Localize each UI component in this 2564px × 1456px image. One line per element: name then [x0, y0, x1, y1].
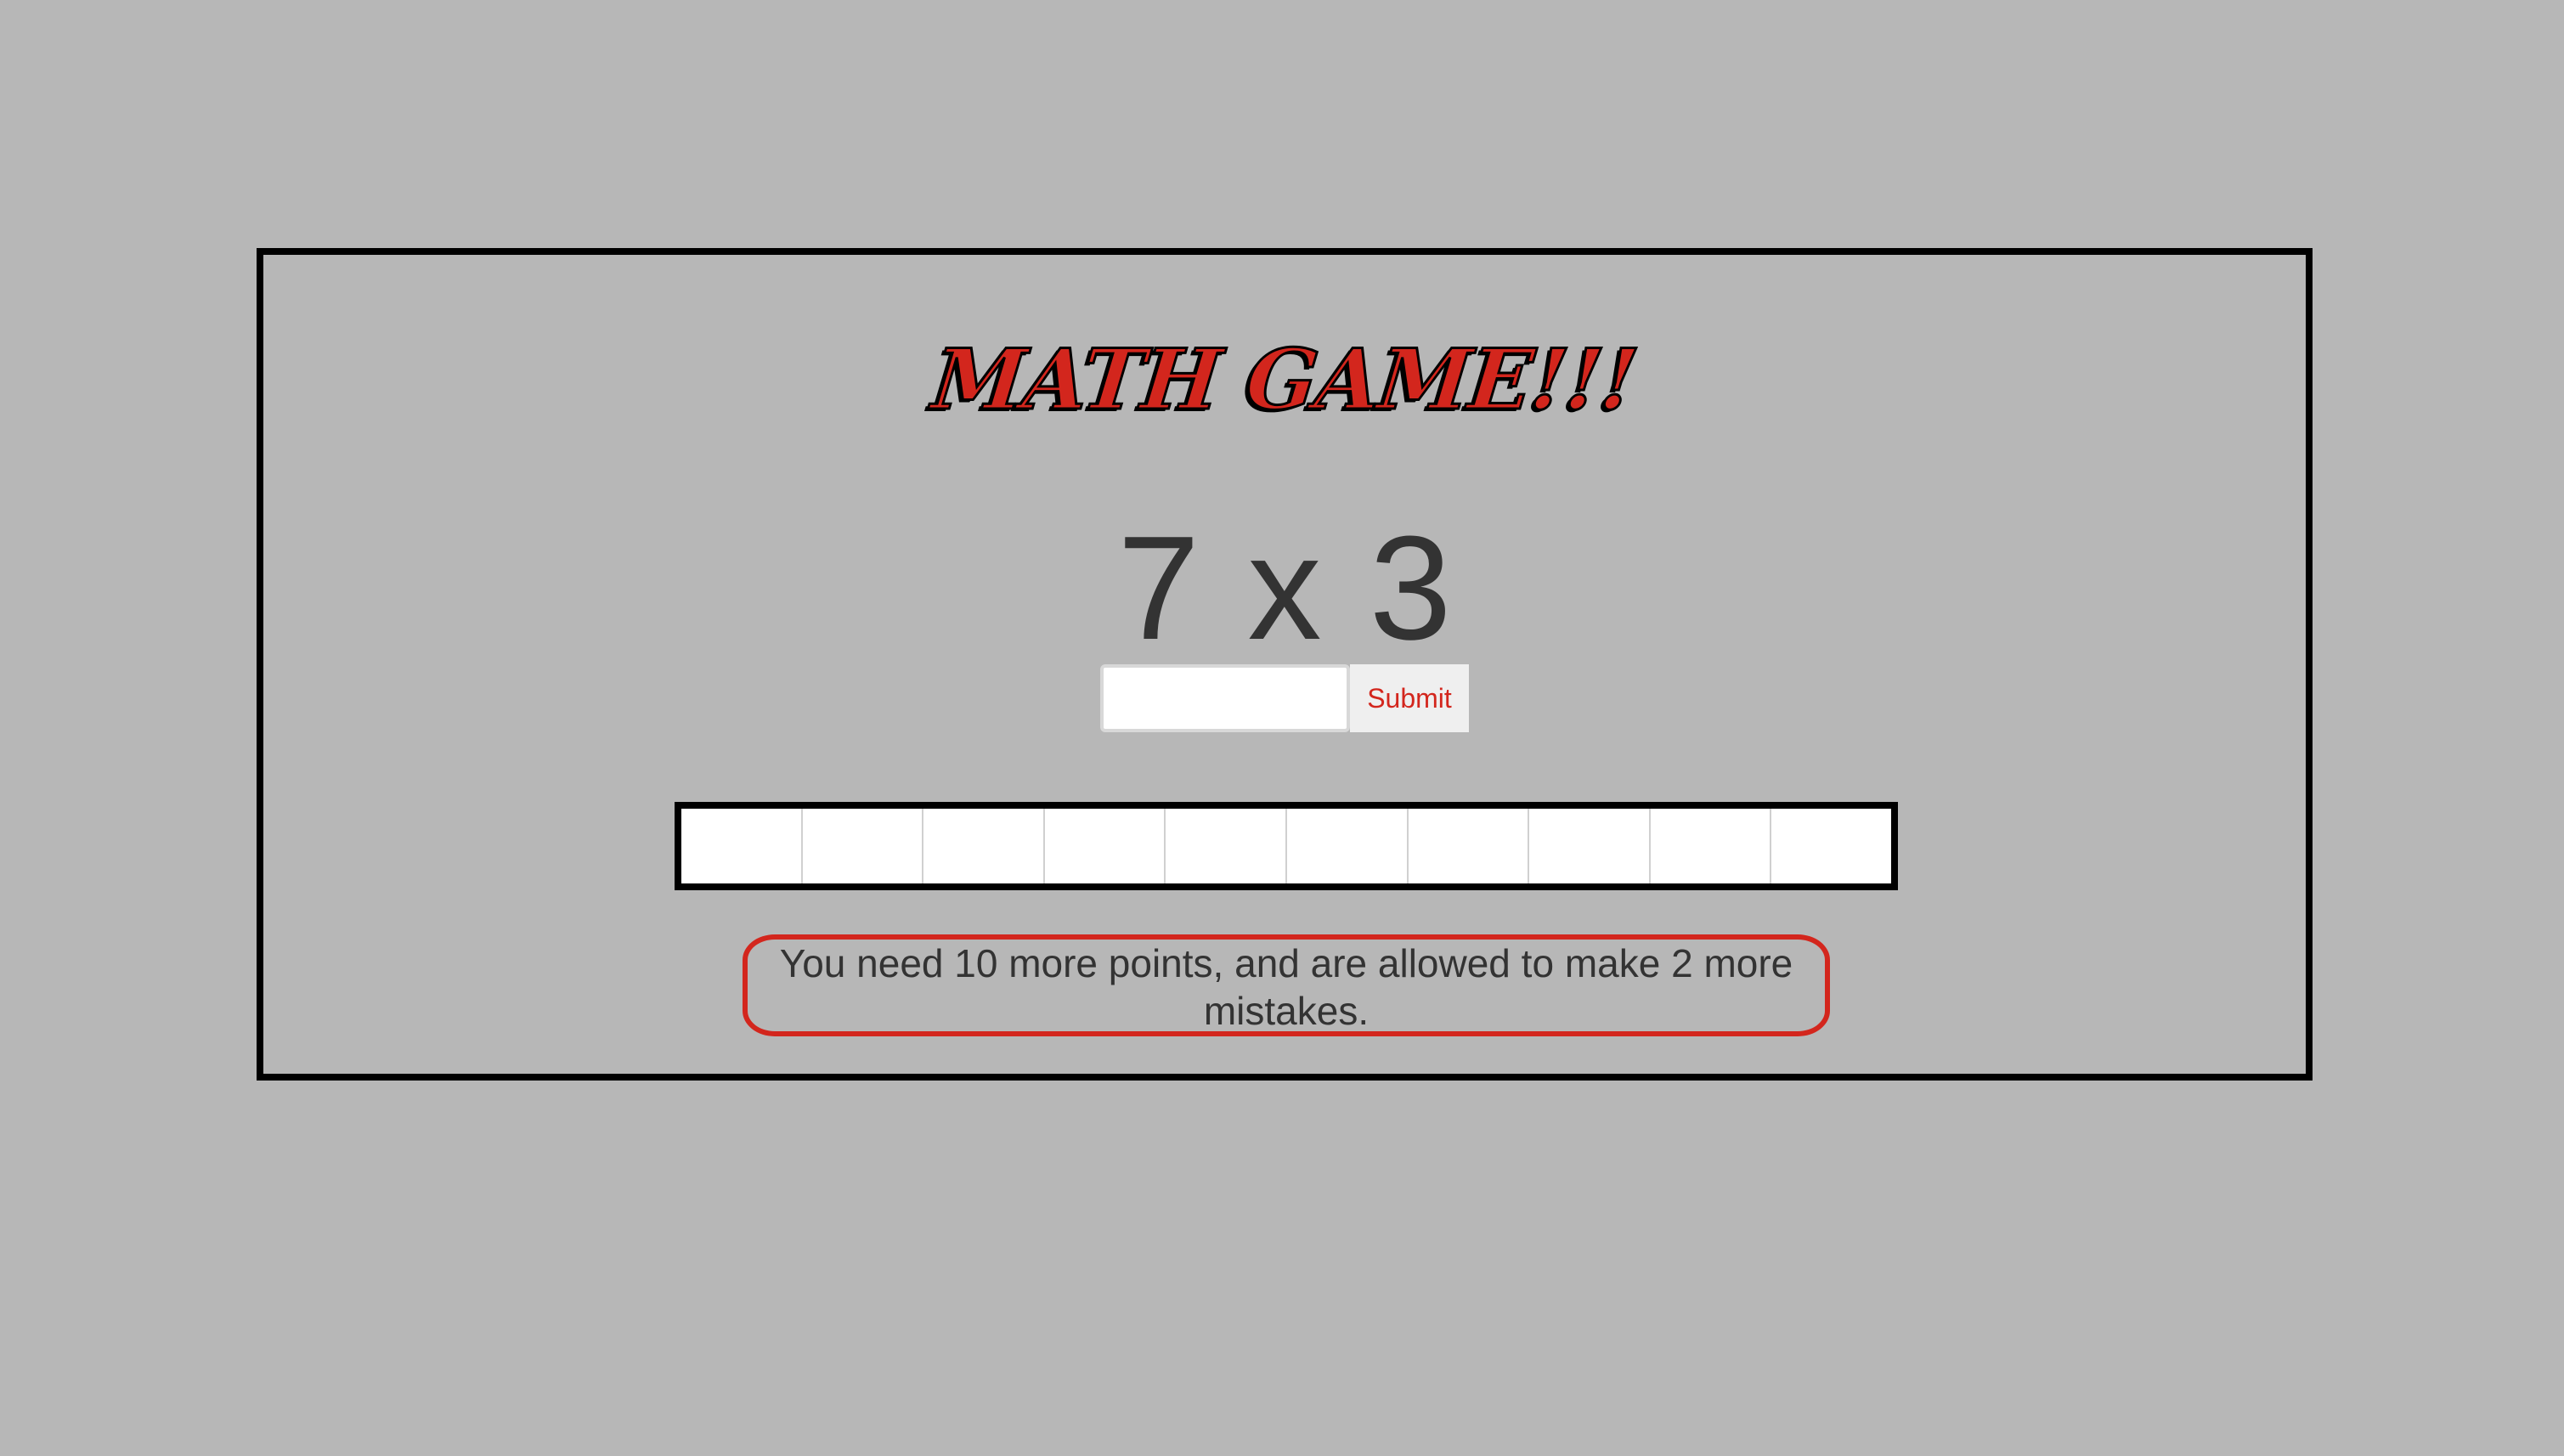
answer-input[interactable] [1100, 664, 1350, 732]
progress-cell [923, 809, 1045, 883]
progress-cell [1529, 809, 1651, 883]
progress-bar [675, 802, 1898, 890]
math-problem: 7 x 3 [1117, 505, 1452, 670]
progress-cell [1044, 809, 1166, 883]
progress-cell [1166, 809, 1287, 883]
progress-cell [681, 809, 803, 883]
game-title: MATH GAME!!! [927, 330, 1642, 431]
progress-cell [1771, 809, 1891, 883]
game-frame: MATH GAME!!! 7 x 3 Submit You need 10 mo… [257, 248, 2313, 1081]
progress-cell [1408, 809, 1530, 883]
answer-row: Submit [263, 664, 2306, 732]
submit-button[interactable]: Submit [1350, 664, 1469, 732]
status-message: You need 10 more points, and are allowed… [743, 934, 1830, 1036]
progress-cell [1286, 809, 1409, 883]
progress-cell [1650, 809, 1772, 883]
progress-cell [802, 809, 924, 883]
